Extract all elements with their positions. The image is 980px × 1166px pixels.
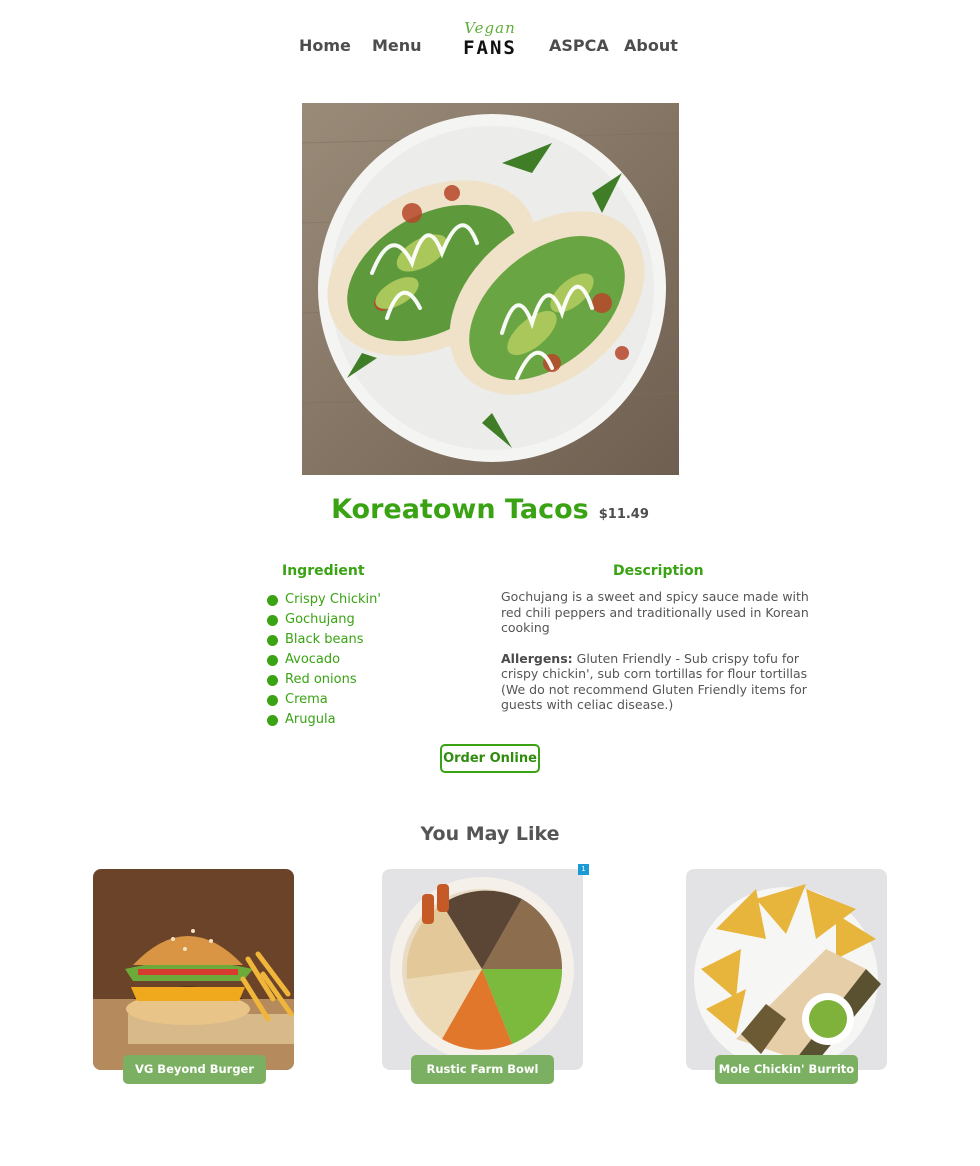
ingredient-item: Black beans [267,630,381,650]
ingredient-item: Crema [267,690,381,710]
order-online-button[interactable]: Order Online [440,744,540,773]
bullet-dot-icon [267,695,278,706]
description-body: Gochujang is a sweet and spicy sauce mad… [501,589,811,713]
bullet-dot-icon [267,655,278,666]
ingredient-label: Arugula [285,712,336,727]
ingredient-label: Crispy Chickin' [285,592,381,607]
recommendation-card-bowl[interactable] [382,869,583,1070]
allergens-text: Allergens: Gluten Friendly - Sub crispy … [501,651,811,713]
nav-menu-link[interactable]: Menu [372,36,422,55]
bullet-dot-icon [267,715,278,726]
top-navigation: Home Menu Vegan FANS ASPCA About [0,0,980,90]
bowl-image [382,869,583,1070]
vegan-fans-logo[interactable]: Vegan FANS [462,20,518,72]
recommendation-card-burrito[interactable] [686,869,887,1070]
ingredient-label: Crema [285,692,328,707]
ingredient-label: Black beans [285,632,364,647]
ingredient-label: Avocado [285,652,341,667]
ingredient-label: Red onions [285,672,357,687]
nav-aspca-link[interactable]: ASPCA [549,36,609,55]
bullet-dot-icon [267,675,278,686]
allergens-label: Allergens: [501,650,573,666]
ingredient-item: Arugula [267,710,381,730]
nav-about-link[interactable]: About [624,36,678,55]
recommendation-card-burger[interactable] [93,869,294,1070]
logo-script-text: Vegan [464,19,516,37]
product-hero-image [302,103,679,475]
ingredient-item: Avocado [267,650,381,670]
burger-image [93,869,294,1070]
debug-badge: 1 [578,864,589,875]
ingredient-item: Gochujang [267,610,381,630]
description-heading: Description [613,563,704,579]
logo-main-text: FANS [463,37,517,59]
burrito-image [686,869,887,1070]
ingredient-list: Crispy Chickin' Gochujang Black beans Av… [267,590,381,730]
recommendation-label-burger[interactable]: VG Beyond Burger [123,1055,266,1084]
bullet-dot-icon [267,635,278,646]
product-title-row: Koreatown Tacos $11.49 [0,494,980,525]
bullet-dot-icon [267,615,278,626]
product-price: $11.49 [598,507,649,522]
recommendation-label-bowl[interactable]: Rustic Farm Bowl [411,1055,554,1084]
bullet-dot-icon [267,595,278,606]
nav-home-link[interactable]: Home [299,36,351,55]
recommendation-label-burrito[interactable]: Mole Chickin' Burrito [715,1055,858,1084]
ingredient-item: Crispy Chickin' [267,590,381,610]
product-title: Koreatown Tacos [331,494,589,525]
ingredient-label: Gochujang [285,612,355,627]
you-may-like-heading: You May Like [420,823,560,845]
ingredient-heading: Ingredient [282,563,365,579]
description-text: Gochujang is a sweet and spicy sauce mad… [501,589,809,635]
ingredient-item: Red onions [267,670,381,690]
